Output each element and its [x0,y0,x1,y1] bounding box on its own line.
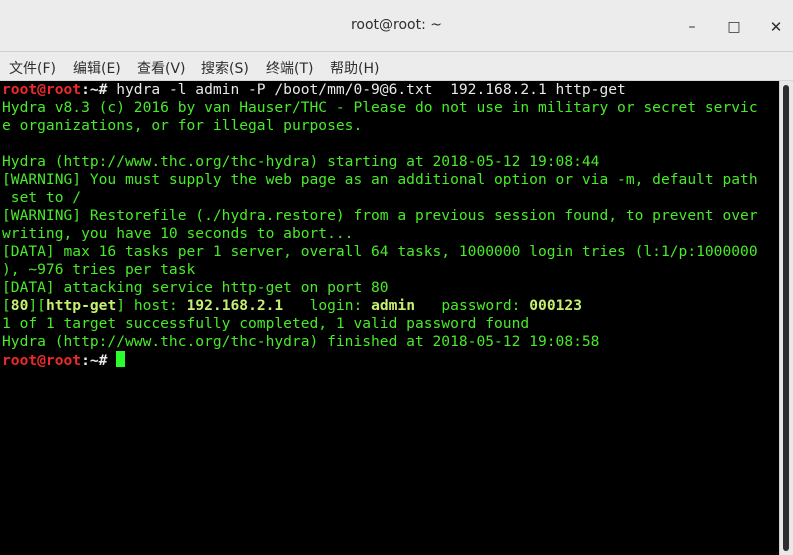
output-line: e organizations, or for illegal purposes… [2,117,363,134]
command-text: hydra -l admin -P /boot/mm/0-9@6.txt 192… [107,81,626,98]
result-password: 000123 [529,297,582,314]
result-service: http-get [45,297,117,314]
scrollbar[interactable] [779,81,793,555]
maximize-icon[interactable]: □ [724,17,744,37]
output-line: ), ~976 tries per task [2,261,196,278]
output-line: [DATA] max 16 tasks per 1 server, overal… [2,243,758,260]
prompt-path: :~# [81,81,108,98]
output-line: writing, you have 10 seconds to abort... [2,225,354,242]
output-line: 1 of 1 target successfully completed, 1 … [2,315,530,332]
menu-file[interactable]: 文件(F) [9,58,56,78]
output-line: Hydra (http://www.thc.org/thc-hydra) fin… [2,333,600,350]
output-line: Hydra v8.3 (c) 2016 by van Hauser/THC - … [2,99,758,116]
window-title: root@root: ~ [350,17,443,33]
command-line: root@root:~# hydra -l admin -P /boot/mm/… [2,81,626,99]
final-prompt-line: root@root:~# [2,351,126,369]
menu-view[interactable]: 查看(V) [137,58,186,78]
host-label: host: [125,297,187,314]
scrollbar-thumb[interactable] [783,85,789,551]
cursor-icon [116,351,126,367]
menu-terminal[interactable]: 终端(T) [266,58,313,78]
prompt-path: :~# [81,352,108,369]
output-line: [WARNING] Restorefile (./hydra.restore) … [2,207,758,224]
close-icon[interactable]: ✕ [766,17,786,37]
menu-search[interactable]: 搜索(S) [201,58,249,78]
prompt-user: root@root [2,352,82,369]
password-label: password: [415,297,530,314]
minimize-icon[interactable]: – [682,17,702,37]
login-label: login: [283,297,372,314]
prompt-user: root@root [2,81,82,98]
result-host: 192.168.2.1 [186,297,284,314]
terminal-output[interactable]: root@root:~# hydra -l admin -P /boot/mm/… [0,81,779,555]
output-line: Hydra (http://www.thc.org/thc-hydra) sta… [2,153,600,170]
result-port: 80 [10,297,29,314]
menu-help[interactable]: 帮助(H) [330,58,379,78]
title-bar: root@root: ~ – □ ✕ [0,0,793,52]
result-line: [80][http-get] host: 192.168.2.1 login: … [2,297,582,314]
output-line: set to / [2,189,82,206]
output-line: [DATA] attacking service http-get on por… [2,279,389,296]
menu-bar: 文件(F) 编辑(E) 查看(V) 搜索(S) 终端(T) 帮助(H) [0,52,793,81]
output-line: [WARNING] You must supply the web page a… [2,171,758,188]
menu-edit[interactable]: 编辑(E) [73,58,121,78]
result-login: admin [371,297,416,314]
